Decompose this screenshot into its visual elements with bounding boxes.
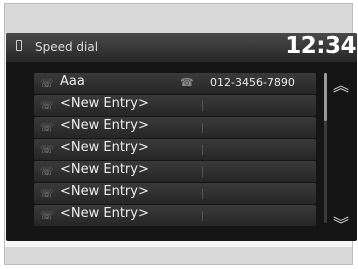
entry-name: <New Entry> xyxy=(60,184,149,199)
handset-icon: ☏ xyxy=(40,187,54,200)
row-divider xyxy=(202,189,203,199)
speed-dial-screen: Speed dial 12:34 ☏ Aaa ☎ 012-3456-7890 ☏… xyxy=(6,33,357,241)
bottom-band xyxy=(5,247,352,264)
entry-name: <New Entry> xyxy=(60,140,149,155)
screen-title: Speed dial xyxy=(35,40,99,54)
handset-icon: ☏ xyxy=(40,165,54,178)
list-item[interactable]: ☏ <New Entry> xyxy=(34,139,316,160)
list-item[interactable]: ☏ <New Entry> xyxy=(34,95,316,116)
handset-icon: ☏ xyxy=(40,209,54,222)
list-item[interactable]: ☏ <New Entry> xyxy=(34,183,316,204)
handset-icon: ☏ xyxy=(40,77,54,90)
row-divider xyxy=(202,101,203,111)
row-divider xyxy=(202,167,203,177)
entry-name: <New Entry> xyxy=(60,96,149,111)
entry-name: <New Entry> xyxy=(60,162,149,177)
chevron-up-icon[interactable]: ︽ xyxy=(333,72,349,96)
list-item[interactable]: ☏ <New Entry> xyxy=(34,161,316,182)
clock: 12:34 xyxy=(285,33,356,59)
row-divider xyxy=(202,145,203,155)
handset-icon: ☏ xyxy=(40,99,54,112)
entry-number: 012-3456-7890 xyxy=(210,76,295,89)
scrollbar[interactable] xyxy=(324,73,327,223)
chevron-down-icon[interactable]: ︾ xyxy=(333,211,349,235)
screen-header: Speed dial 12:34 xyxy=(6,33,357,62)
list-item[interactable]: ☏ <New Entry> xyxy=(34,117,316,138)
phone-icon xyxy=(16,40,22,51)
top-band xyxy=(5,4,352,34)
list-item[interactable]: ☏ <New Entry> xyxy=(34,205,316,226)
list-item[interactable]: ☏ Aaa ☎ 012-3456-7890 xyxy=(34,73,316,94)
row-divider xyxy=(202,123,203,133)
scroll-thumb[interactable] xyxy=(324,73,327,121)
phone-number-icon: ☎ xyxy=(180,76,194,89)
entry-name: <New Entry> xyxy=(60,206,149,221)
entry-name: Aaa xyxy=(60,74,85,89)
handset-icon: ☏ xyxy=(40,143,54,156)
entry-name: <New Entry> xyxy=(60,118,149,133)
handset-icon: ☏ xyxy=(40,121,54,134)
row-divider xyxy=(202,211,203,221)
